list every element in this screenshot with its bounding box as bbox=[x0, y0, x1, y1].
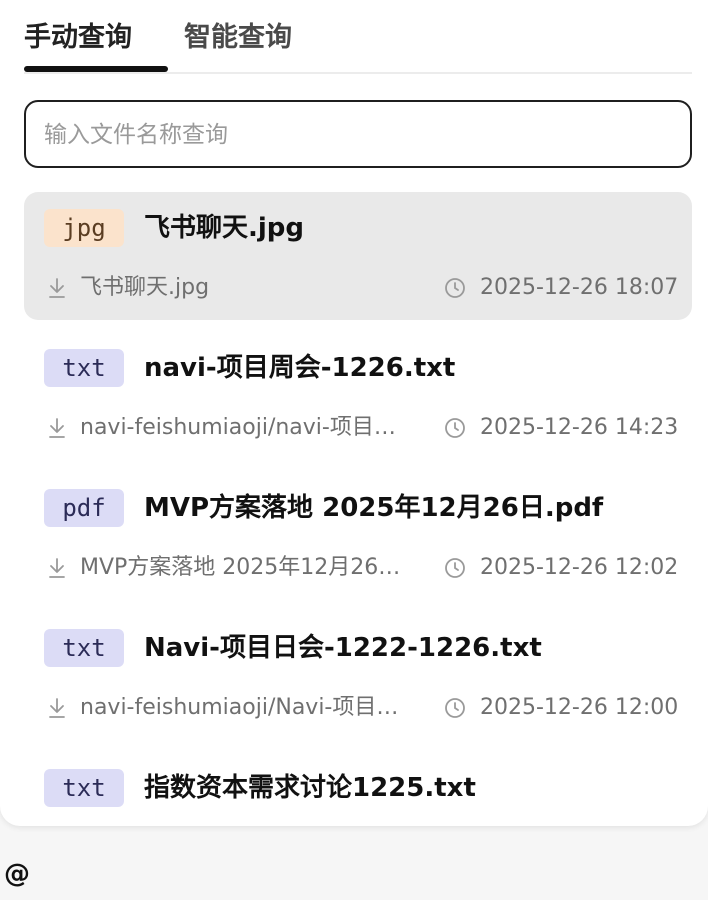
download-icon bbox=[49, 558, 65, 578]
download-icon bbox=[49, 278, 65, 298]
file-list-item[interactable]: txt 指数资本需求讨论1225.txt bbox=[24, 752, 692, 826]
file-name: 飞书聊天.jpg bbox=[144, 213, 305, 243]
file-name: navi-项目周会-1226.txt bbox=[144, 353, 456, 383]
file-path: 飞书聊天.jpg bbox=[80, 275, 210, 300]
file-search-panel: 手动查询 智能查询 jpg 飞书聊天.jpg 飞书聊天.jpg 2025-12-… bbox=[0, 0, 708, 826]
file-name: MVP方案落地 2025年12月26日.pdf bbox=[144, 493, 604, 523]
clock-icon bbox=[445, 698, 465, 718]
file-list-item[interactable]: txt Navi-项目日会-1222-1226.txt navi-feishum… bbox=[24, 612, 692, 740]
tab-manual-query[interactable]: 手动查询 bbox=[24, 18, 132, 58]
file-modified-time: 2025-12-26 12:02 bbox=[480, 555, 679, 580]
clock-icon bbox=[445, 278, 465, 298]
file-search-input[interactable] bbox=[42, 102, 676, 168]
tab-smart-query[interactable]: 智能查询 bbox=[184, 18, 292, 58]
file-list-item[interactable]: txt navi-项目周会-1226.txt navi-feishumiaoji… bbox=[24, 332, 692, 460]
tab-bar: 手动查询 智能查询 bbox=[24, 0, 692, 74]
file-path: navi-feishumiaoji/navi-项目… bbox=[80, 415, 396, 440]
file-modified-time: 2025-12-26 12:00 bbox=[480, 695, 679, 720]
file-name: 指数资本需求讨论1225.txt bbox=[144, 773, 476, 803]
clock-icon bbox=[445, 558, 465, 578]
file-type-badge: pdf bbox=[44, 489, 124, 527]
file-list-item[interactable]: pdf MVP方案落地 2025年12月26日.pdf MVP方案落地 2025… bbox=[24, 472, 692, 600]
file-type-badge: txt bbox=[44, 349, 124, 387]
file-modified-time: 2025-12-26 14:23 bbox=[480, 415, 679, 440]
file-type-badge: txt bbox=[44, 769, 124, 807]
file-type-badge: jpg bbox=[44, 209, 124, 247]
file-list-item[interactable]: jpg 飞书聊天.jpg 飞书聊天.jpg 2025-12-26 18:07 bbox=[24, 192, 692, 320]
clock-icon bbox=[445, 418, 465, 438]
mention-button[interactable]: @ bbox=[4, 854, 30, 894]
file-type-badge: txt bbox=[44, 629, 124, 667]
file-modified-time: 2025-12-26 18:07 bbox=[480, 275, 679, 300]
file-name: Navi-项目日会-1222-1226.txt bbox=[144, 633, 542, 663]
file-path: navi-feishumiaoji/Navi-项目… bbox=[80, 695, 399, 720]
file-path: MVP方案落地 2025年12月26… bbox=[80, 555, 401, 580]
active-tab-indicator bbox=[24, 66, 168, 72]
search-box bbox=[24, 100, 692, 168]
download-icon bbox=[49, 418, 65, 438]
download-icon bbox=[49, 698, 65, 718]
